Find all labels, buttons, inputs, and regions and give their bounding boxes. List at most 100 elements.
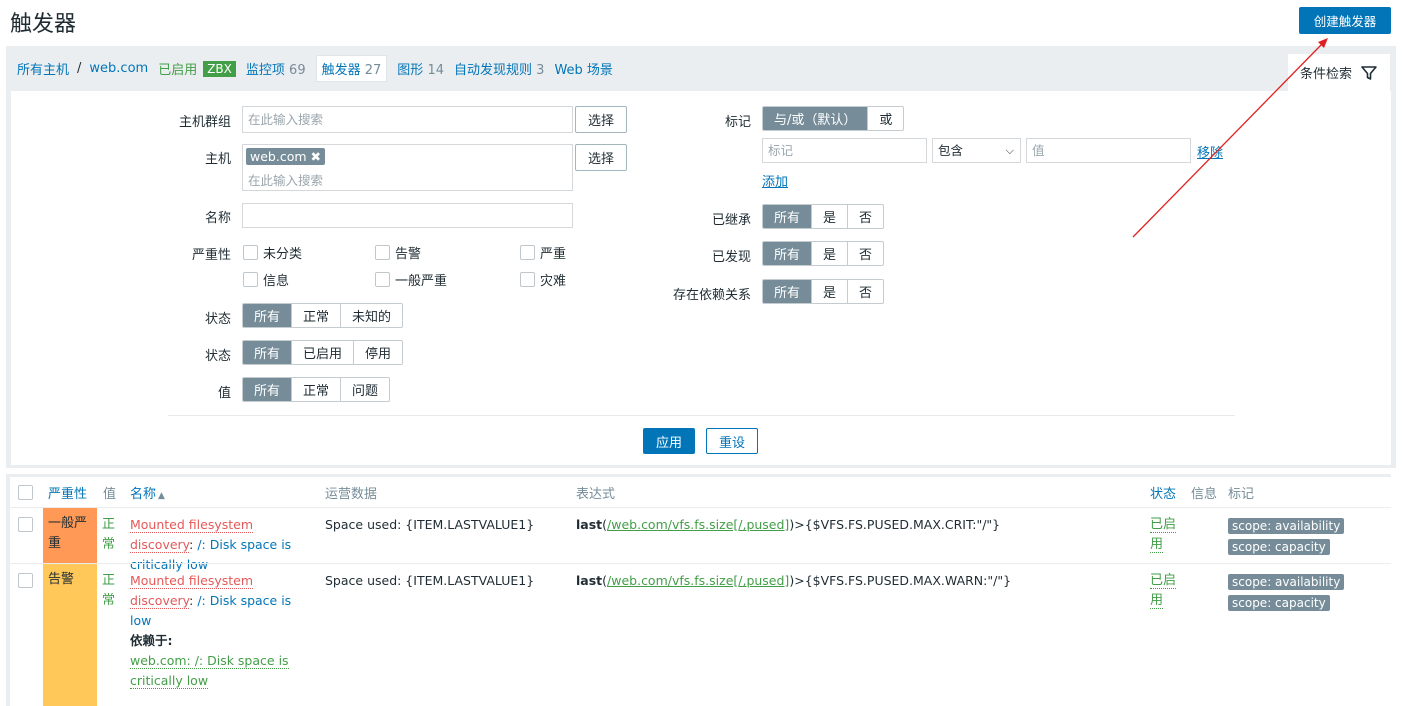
expression-cell: last(/web.com/vfs.fs.size[/,pused])>{$VF… bbox=[576, 517, 1001, 532]
add-tag-link[interactable]: 添加 bbox=[762, 171, 788, 190]
host-enabled-status[interactable]: 已启用 bbox=[158, 59, 197, 78]
breadcrumb-separator: / bbox=[77, 61, 82, 76]
filter-divider bbox=[168, 415, 1235, 416]
discovery-rules-tab[interactable]: 自动发现规则 3 bbox=[454, 59, 544, 78]
discovered-all[interactable]: 所有 bbox=[763, 242, 812, 265]
tags-or[interactable]: 或 bbox=[867, 107, 903, 130]
trigger-name-cell: Mounted filesystem discovery: /: Disk sp… bbox=[130, 573, 292, 689]
tag-badge: scope: availability bbox=[1228, 574, 1345, 590]
status-enabled[interactable]: 已启用 bbox=[291, 341, 353, 364]
severity-not-classified-checkbox[interactable]: 未分类 bbox=[243, 243, 302, 262]
filter-funnel-icon bbox=[1361, 65, 1377, 80]
inherited-segmented-control: 所有 是 否 bbox=[762, 204, 885, 229]
host-link[interactable]: web.com bbox=[89, 61, 148, 76]
triggers-tab[interactable]: 触发器 27 bbox=[315, 55, 388, 82]
state-unknown[interactable]: 未知的 bbox=[340, 304, 402, 327]
name-input[interactable] bbox=[242, 203, 573, 228]
apply-button[interactable]: 应用 bbox=[643, 428, 695, 454]
col-expression: 表达式 bbox=[576, 487, 616, 502]
host-search-placeholder[interactable]: 在此输入搜索 bbox=[248, 170, 323, 189]
item-link[interactable]: /web.com/vfs.fs.size[/,pused] bbox=[607, 573, 789, 588]
status-toggle[interactable]: 已启用 bbox=[1150, 571, 1186, 611]
row-checkbox[interactable] bbox=[18, 517, 33, 532]
severity-disaster-checkbox[interactable]: 灾难 bbox=[520, 270, 566, 289]
inherited-label: 已继承 bbox=[711, 213, 751, 228]
filter-tab-label: 条件检索 bbox=[1300, 67, 1353, 82]
dependencies-no[interactable]: 否 bbox=[847, 280, 883, 303]
host-select-button[interactable]: 选择 bbox=[575, 144, 627, 171]
tag-badge: scope: capacity bbox=[1228, 539, 1330, 555]
tags-and-or[interactable]: 与/或（默认） bbox=[763, 107, 868, 130]
remove-chip-icon[interactable]: ✖ bbox=[311, 149, 321, 164]
status-disabled[interactable]: 停用 bbox=[353, 341, 402, 364]
value-cell: 正常 bbox=[102, 517, 116, 552]
tags-evaltype-control: 与/或（默认） 或 bbox=[762, 106, 905, 131]
depends-on-label: 依赖于: bbox=[130, 633, 173, 648]
value-all[interactable]: 所有 bbox=[243, 378, 292, 401]
filter-toggle-tab[interactable]: 条件检索 bbox=[1288, 54, 1390, 91]
header-divider bbox=[10, 507, 1391, 508]
items-tab[interactable]: 监控项 69 bbox=[246, 59, 306, 78]
all-hosts-link[interactable]: 所有主机 bbox=[17, 59, 69, 78]
sort-asc-icon: ▲ bbox=[158, 491, 165, 501]
tags-label: 标记 bbox=[724, 115, 751, 130]
severity-warning-checkbox[interactable]: 告警 bbox=[375, 243, 421, 262]
severity-high-checkbox[interactable]: 严重 bbox=[520, 243, 566, 262]
host-group-input[interactable]: 在此输入搜索 bbox=[242, 106, 573, 133]
severity-label: 严重性 bbox=[191, 248, 231, 263]
remove-tag-link[interactable]: 移除 bbox=[1197, 142, 1223, 161]
inherited-yes[interactable]: 是 bbox=[811, 205, 847, 228]
tag-operator-select[interactable]: 包含 ⌵ bbox=[932, 138, 1021, 163]
reset-button[interactable]: 重设 bbox=[706, 428, 758, 454]
row-checkbox[interactable] bbox=[18, 573, 33, 588]
col-opdata: 运营数据 bbox=[325, 487, 378, 502]
create-trigger-button[interactable]: 创建触发器 bbox=[1299, 7, 1391, 34]
zbx-availability-badge: ZBX bbox=[203, 60, 236, 77]
value-problem[interactable]: 问题 bbox=[340, 378, 389, 401]
dependencies-label: 存在依赖关系 bbox=[672, 288, 751, 303]
web-scenarios-tab[interactable]: Web 场景 bbox=[554, 59, 612, 78]
host-group-label: 主机群组 bbox=[178, 115, 231, 130]
chevron-down-icon: ⌵ bbox=[1005, 144, 1014, 157]
tag-value-input[interactable]: 值 bbox=[1026, 138, 1191, 163]
col-status[interactable]: 状态 bbox=[1150, 483, 1176, 502]
page-title: 触发器 bbox=[10, 12, 77, 37]
state-all[interactable]: 所有 bbox=[243, 304, 292, 327]
severity-cell: 一般严重 bbox=[43, 508, 97, 563]
status-all[interactable]: 所有 bbox=[243, 341, 292, 364]
state-label: 状态 bbox=[204, 312, 231, 327]
expression-cell: last(/web.com/vfs.fs.size[/,pused])>{$VF… bbox=[576, 573, 1012, 588]
dependency-link[interactable]: web.com: /: Disk space is critically low bbox=[130, 653, 289, 689]
graphs-tab[interactable]: 图形 14 bbox=[397, 59, 444, 78]
discovered-no[interactable]: 否 bbox=[847, 242, 883, 265]
col-severity[interactable]: 严重性 bbox=[48, 483, 87, 502]
dependencies-yes[interactable]: 是 bbox=[811, 280, 847, 303]
opdata-cell: Space used: {ITEM.LASTVALUE1} bbox=[325, 573, 535, 588]
host-multiselect[interactable]: web.com ✖ 在此输入搜索 bbox=[242, 144, 573, 191]
state-normal[interactable]: 正常 bbox=[291, 304, 340, 327]
select-all-checkbox[interactable] bbox=[18, 485, 33, 500]
discovered-yes[interactable]: 是 bbox=[811, 242, 847, 265]
tag-badge: scope: capacity bbox=[1228, 595, 1330, 611]
tag-badge: scope: availability bbox=[1228, 518, 1345, 534]
col-value: 值 bbox=[103, 487, 117, 502]
status-label: 状态 bbox=[204, 349, 231, 364]
discovered-segmented-control: 所有 是 否 bbox=[762, 241, 885, 266]
col-name[interactable]: 名称 ▲ bbox=[130, 483, 165, 502]
status-toggle[interactable]: 已启用 bbox=[1150, 515, 1186, 555]
inherited-no[interactable]: 否 bbox=[847, 205, 883, 228]
filter-form: 主机群组 在此输入搜索 选择 主机 web.com ✖ 在此输入搜索 选择 名称… bbox=[11, 91, 1391, 465]
host-chip: web.com ✖ bbox=[246, 148, 325, 165]
item-link[interactable]: /web.com/vfs.fs.size[/,pused] bbox=[607, 517, 789, 532]
value-ok[interactable]: 正常 bbox=[291, 378, 340, 401]
inherited-all[interactable]: 所有 bbox=[763, 205, 812, 228]
host-group-select-button[interactable]: 选择 bbox=[575, 106, 627, 133]
dependencies-all[interactable]: 所有 bbox=[763, 280, 812, 303]
discovered-label: 已发现 bbox=[711, 250, 751, 265]
severity-information-checkbox[interactable]: 信息 bbox=[243, 270, 289, 289]
severity-average-checkbox[interactable]: 一般严重 bbox=[375, 270, 447, 289]
state-segmented-control: 所有 正常 未知的 bbox=[242, 303, 404, 328]
tag-name-input[interactable]: 标记 bbox=[762, 138, 927, 163]
value-cell: 正常 bbox=[102, 573, 116, 608]
status-segmented-control: 所有 已启用 停用 bbox=[242, 340, 404, 365]
